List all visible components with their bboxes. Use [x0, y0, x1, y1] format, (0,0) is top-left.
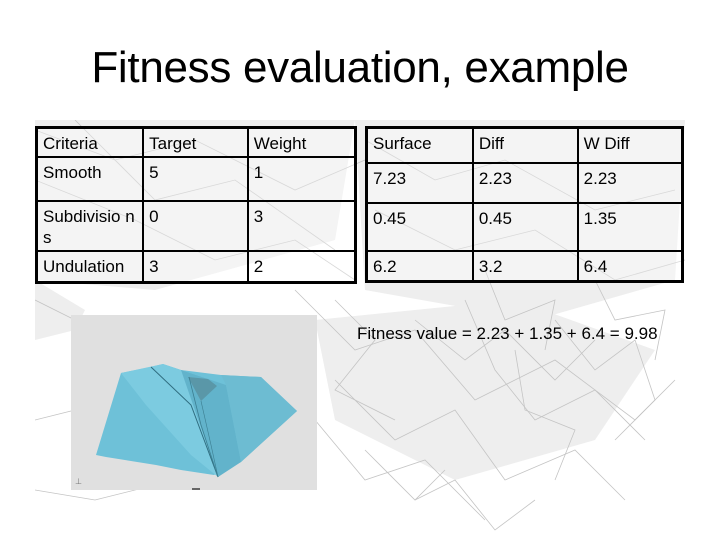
criteria-cell: Smooth	[35, 155, 145, 202]
table-row: 0.45 0.45 1.35	[365, 201, 684, 252]
criteria-cell: Undulation	[35, 249, 145, 284]
table-row: 6.2 3.2 6.4	[365, 249, 684, 283]
surface-cell: 6.2	[365, 249, 474, 283]
table-row: 7.23 2.23 2.23	[365, 161, 684, 204]
render-caption-mark	[192, 488, 200, 490]
diff-cell: 3.2	[471, 249, 579, 283]
surface-cell: 0.45	[365, 201, 474, 252]
criteria-cell: Subdivisio ns	[35, 199, 145, 252]
header-diff: Diff	[471, 126, 579, 164]
target-cell: 3	[142, 249, 249, 284]
table-row: Undulation 3 2	[35, 249, 357, 284]
weight-cell: 1	[246, 155, 357, 202]
diff-cell: 2.23	[471, 161, 579, 204]
weight-cell: 2	[246, 249, 357, 284]
header-surface: Surface	[365, 126, 474, 164]
weight-cell: 3	[246, 199, 357, 252]
surface-render-image: ⊥	[71, 315, 317, 490]
target-cell: 5	[142, 155, 249, 202]
header-weight: Weight	[246, 126, 357, 158]
fitness-formula: Fitness value = 2.23 + 1.35 + 6.4 = 9.98	[357, 324, 658, 343]
diff-cell: 0.45	[471, 201, 579, 252]
folded-surface-shape	[96, 364, 297, 478]
surface-cell: 7.23	[365, 161, 474, 204]
w-diff-cell: 2.23	[576, 161, 684, 204]
table-header-row: Criteria Target Weight	[35, 126, 357, 158]
w-diff-cell: 1.35	[576, 201, 684, 252]
w-diff-cell: 6.4	[576, 249, 684, 283]
target-cell: 0	[142, 199, 249, 252]
axis-gizmo-icon: ⊥	[75, 477, 82, 486]
header-target: Target	[142, 126, 249, 158]
table-row: Smooth 5 1	[35, 155, 357, 202]
results-table: Surface Diff W Diff 7.23 2.23 2.23 0.45 …	[365, 126, 684, 283]
table-row: Subdivisio ns 0 3	[35, 199, 357, 252]
table-header-row: Surface Diff W Diff	[365, 126, 684, 164]
slide-title: Fitness evaluation, example	[91, 43, 629, 92]
criteria-table: Criteria Target Weight Smooth 5 1 Subdiv…	[35, 126, 357, 284]
header-w-diff: W Diff	[576, 126, 684, 164]
header-criteria: Criteria	[35, 126, 145, 158]
